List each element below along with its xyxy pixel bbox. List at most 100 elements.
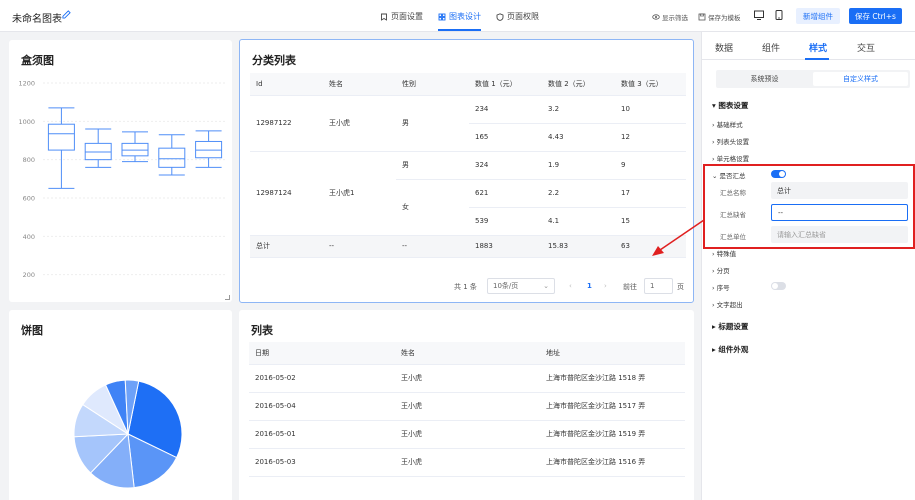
item-index[interactable]: › 序号 xyxy=(712,282,730,292)
tab-component[interactable]: 组件 xyxy=(762,41,780,54)
table-header-row: 日期 姓名 地址 xyxy=(249,342,685,365)
page-size-select[interactable]: 10条/页 ⌄ xyxy=(487,278,555,294)
cell-value: 234 xyxy=(469,95,542,124)
page-number[interactable]: 1 xyxy=(587,282,592,290)
item-special-value[interactable]: › 特殊值 xyxy=(712,248,736,258)
item-text-overflow-label: 文字超出 xyxy=(716,301,743,309)
desktop-icon[interactable] xyxy=(753,9,766,22)
header-value2: 数值 2（元） xyxy=(542,73,615,96)
y-tick-label: 600 xyxy=(23,195,35,203)
cell-value: 15 xyxy=(615,207,686,236)
section-chart-settings[interactable]: ▾ 图表设置 xyxy=(712,100,748,111)
cell-date: 2016-05-04 xyxy=(249,392,395,421)
cell-value: 3.2 xyxy=(542,95,615,124)
cell-name: 王小虎1 xyxy=(323,151,396,236)
header-address: 地址 xyxy=(540,342,685,365)
tab-interaction[interactable]: 交互 xyxy=(857,41,875,54)
save-template-label: 保存为模板 xyxy=(708,14,741,22)
section-component-appearance[interactable]: ▸ 组件外观 xyxy=(712,344,748,355)
tab-data[interactable]: 数据 xyxy=(715,41,733,54)
cell-address: 上海市普陀区金沙江路 1519 弄 xyxy=(540,420,685,449)
item-header-settings[interactable]: › 列表头设置 xyxy=(712,136,749,146)
total-cell: -- xyxy=(396,235,469,258)
bookmark-icon xyxy=(381,13,387,21)
shield-icon xyxy=(496,12,504,21)
document-title: 未命名图表 xyxy=(12,14,62,25)
table-row: 2016-05-03 王小虎 上海市普陀区金沙江路 1516 弄 xyxy=(249,448,685,477)
class-table-card[interactable]: 分类列表 Id 姓名 性别 数值 1（元） 数值 2（元） 数值 3（元） 12… xyxy=(239,39,694,303)
list-table-title: 列表 xyxy=(251,324,273,337)
boxplot-title: 盒须图 xyxy=(21,54,54,67)
show-filter-button[interactable]: 显示筛选 xyxy=(652,12,688,22)
save-button[interactable]: 保存 Ctrl+s xyxy=(849,8,902,24)
design-icon xyxy=(438,13,446,20)
toggle-knob xyxy=(772,283,778,289)
prev-page-icon[interactable]: ‹ xyxy=(569,282,572,290)
save-icon xyxy=(698,13,706,21)
show-filter-label: 显示筛选 xyxy=(662,14,688,22)
item-pagination[interactable]: › 分页 xyxy=(712,265,730,275)
y-tick-label: 400 xyxy=(23,233,35,241)
class-table: Id 姓名 性别 数值 1（元） 数值 2（元） 数值 3（元） 1298712… xyxy=(250,73,686,258)
item-cell-settings[interactable]: › 单元格设置 xyxy=(712,153,749,163)
goto-input[interactable]: 1 xyxy=(644,278,673,294)
table-row: 2016-05-01 王小虎 上海市普陀区金沙江路 1519 弄 xyxy=(249,420,685,449)
style-mode-switch: 系统预设 自定义样式 xyxy=(716,70,910,88)
save-template-button[interactable]: 保存为模板 xyxy=(698,12,741,22)
item-text-overflow[interactable]: › 文字超出 xyxy=(712,299,743,309)
cell-value: 4.43 xyxy=(542,123,615,152)
cell-id: 12987122 xyxy=(250,95,323,152)
header-name: 姓名 xyxy=(323,73,396,96)
top-bar: 未命名图表 页面设置 图表设计 页面权限 显示筛选 保存为模板 新增组件 保存 … xyxy=(0,0,915,32)
cell-value: 9 xyxy=(615,151,686,180)
custom-style-option[interactable]: 自定义样式 xyxy=(813,72,908,86)
list-table: 日期 姓名 地址 2016-05-02 王小虎 上海市普陀区金沙江路 1518 … xyxy=(249,342,685,477)
mobile-icon[interactable] xyxy=(773,9,786,22)
table-header-row: Id 姓名 性别 数值 1（元） 数值 2（元） 数值 3（元） xyxy=(250,73,686,96)
total-cell: -- xyxy=(323,235,396,258)
class-table-title: 分类列表 xyxy=(252,54,296,67)
header-value3: 数值 3（元） xyxy=(615,73,686,96)
item-basic-style[interactable]: › 基础样式 xyxy=(712,119,743,129)
total-cell: 1883 xyxy=(469,235,542,258)
chevron-down-icon: ⌄ xyxy=(543,282,549,290)
section-title-settings[interactable]: ▸ 标题设置 xyxy=(712,321,748,332)
tab-style[interactable]: 样式 xyxy=(809,41,827,54)
cell-date: 2016-05-01 xyxy=(249,420,395,449)
list-table-card[interactable]: 列表 日期 姓名 地址 2016-05-02 王小虎 上海市普陀区金沙江路 15… xyxy=(239,310,694,500)
header-sex: 性别 xyxy=(396,73,469,96)
cell-name: 王小虎 xyxy=(323,95,396,152)
next-page-icon[interactable]: › xyxy=(604,282,607,290)
cell-value: 12 xyxy=(615,123,686,152)
boxplot-card[interactable]: 盒须图 120010008006004002000expr 0expr 1exp… xyxy=(9,40,232,302)
index-toggle[interactable] xyxy=(771,282,786,290)
tab-chart-design[interactable]: 图表设计 xyxy=(438,11,481,31)
section-component-appearance-label: 组件外观 xyxy=(718,345,749,354)
cell-name: 王小虎 xyxy=(395,392,540,421)
add-component-button[interactable]: 新增组件 xyxy=(796,8,840,24)
cell-value: 4.1 xyxy=(542,207,615,236)
cell-sex: 男 xyxy=(396,95,469,152)
tab-page-settings[interactable]: 页面设置 xyxy=(380,11,423,22)
header-id: Id xyxy=(250,73,323,96)
cell-date: 2016-05-03 xyxy=(249,448,395,477)
table-row: 12987124 王小虎1 男 324 1.9 9 xyxy=(250,151,686,236)
highlight-box xyxy=(703,164,915,249)
tab-chart-design-label: 图表设计 xyxy=(449,12,481,21)
system-preset-option[interactable]: 系统预设 xyxy=(718,72,811,86)
cell-value: 165 xyxy=(469,123,542,152)
boxplot-chart: 120010008006004002000expr 0expr 1expr 2e… xyxy=(18,80,227,279)
cell-value: 539 xyxy=(469,207,542,236)
header-value1: 数值 1（元） xyxy=(469,73,542,96)
resize-handle-icon[interactable] xyxy=(225,295,230,300)
edit-icon[interactable] xyxy=(62,10,71,21)
total-row: 总计 -- -- 1883 15.83 63 xyxy=(250,235,686,258)
cell-value: 2.2 xyxy=(542,179,615,208)
page-unit: 页 xyxy=(677,283,684,291)
pie-card[interactable]: 饼图 xyxy=(9,310,232,500)
pie-chart xyxy=(73,379,183,489)
total-cell: 63 xyxy=(615,235,686,258)
cell-date: 2016-05-02 xyxy=(249,364,395,393)
table-row: 12987122 王小虎 男 234 3.2 10 xyxy=(250,95,686,152)
tab-page-permissions[interactable]: 页面权限 xyxy=(496,11,539,22)
